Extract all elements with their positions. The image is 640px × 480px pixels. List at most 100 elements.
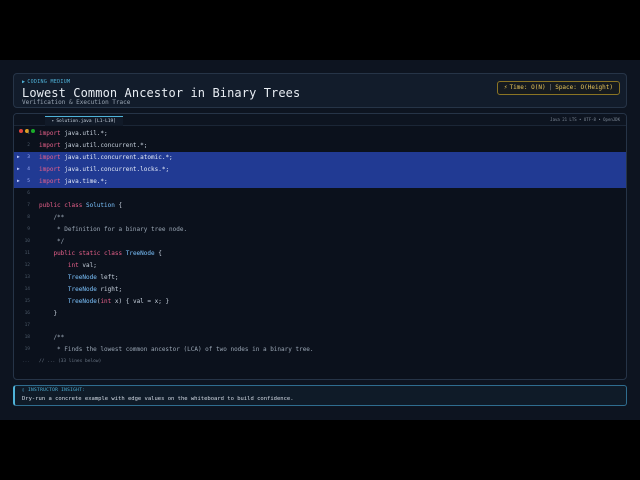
code-line: 17 (14, 320, 626, 332)
line-code: import java.time.*; (39, 176, 108, 188)
line-code: import java.util.*; (39, 128, 108, 140)
insight-label: ▯ INSTRUCTOR INSIGHT: (22, 388, 85, 393)
code-token: import (39, 154, 61, 161)
time-complexity: Time: O(N) (509, 84, 546, 91)
line-number: 10 (24, 239, 30, 244)
code-token: import (39, 178, 61, 185)
complexity-badge: ⚡ Time: O(N) | Space: O(Height) (496, 81, 620, 95)
play-icon: ▶ (22, 79, 26, 85)
line-code: TreeNode(int x) { val = x; } (39, 296, 169, 308)
line-number: 14 (24, 287, 30, 292)
code-line: 19 * Finds the lowest common ancestor (L… (14, 344, 626, 356)
line-number: 18 (24, 335, 30, 340)
code-token: int (100, 298, 112, 305)
difficulty-tag-label: CODING MEDIUM (27, 79, 71, 85)
line-number: 2 (27, 143, 30, 148)
code-line: 1 import java.util.*; (14, 128, 626, 140)
editor-tabbar: ⬩ Solution.java [L1-L19] Java 21 LTS • U… (14, 114, 626, 133)
line-number: 9 (27, 227, 30, 232)
code-line: 15 TreeNode(int x) { val = x; } (14, 296, 626, 308)
line-number: 19 (24, 347, 30, 352)
insight-text: Dry-run a concrete example with edge val… (22, 396, 294, 402)
code-token: java.util.concurrent.locks.*; (60, 166, 170, 173)
line-number: 13 (24, 275, 30, 280)
code-line: ▶ 3 import java.util.concurrent.atomic.*; (14, 152, 626, 164)
code-token: * Finds the lowest common ancestor (LCA)… (39, 346, 314, 353)
code-token: import (39, 142, 61, 149)
line-code: /** (39, 332, 64, 344)
more-lines-indicator: ... // ... (33 lines below) (14, 356, 626, 368)
code-line: 16 } (14, 308, 626, 320)
line-code: * Definition for a binary tree node. (39, 224, 187, 236)
more-lines-text: // ... (33 lines below) (39, 359, 102, 364)
problem-header: ▶ CODING MEDIUM Lowest Common Ancestor in… (13, 73, 627, 108)
line-number: 12 (24, 263, 30, 268)
code-token: public static class (53, 250, 123, 257)
code-line: 8 /** (14, 212, 626, 224)
code-line: 2 import java.util.concurrent.*; (14, 140, 626, 152)
code-line: 10 */ (14, 236, 626, 248)
line-code: /** (39, 212, 64, 224)
line-code: TreeNode right; (39, 284, 122, 296)
code-token: Solution (85, 202, 115, 209)
line-number: 7 (27, 203, 30, 208)
line-code: public static class TreeNode { (39, 248, 161, 260)
code-token: left; (96, 274, 119, 281)
code-token: TreeNode (67, 286, 97, 293)
code-token: } (39, 310, 58, 317)
code-line: 6 (14, 188, 626, 200)
code-token: int (67, 262, 79, 269)
line-number: 6 (27, 191, 30, 196)
code-token: right; (96, 286, 123, 293)
code-editor: ⬩ Solution.java [L1-L19] Java 21 LTS • U… (13, 113, 627, 380)
line-number: 8 (27, 215, 30, 220)
line-code: */ (39, 236, 64, 248)
more-lines-gutter: ... (21, 359, 30, 364)
code-line: 13 TreeNode left; (14, 272, 626, 284)
page-title: Lowest Common Ancestor in Binary Trees (22, 86, 301, 100)
tab-label: Solution.java [L1-L19] (56, 119, 116, 124)
line-code: import java.util.concurrent.atomic.*; (39, 152, 173, 164)
lightning-icon: ⚡ (503, 84, 508, 91)
complexity-separator: | (548, 84, 553, 91)
code-line: 12 int val; (14, 260, 626, 272)
insight-label-text: INSTRUCTOR INSIGHT: (28, 388, 86, 393)
line-code: * Finds the lowest common ancestor (LCA)… (39, 344, 314, 356)
line-number: 17 (24, 323, 30, 328)
instructor-insight: ▯ INSTRUCTOR INSIGHT: Dry-run a concrete… (13, 385, 627, 406)
line-code: TreeNode left; (39, 272, 119, 284)
line-number: 4 (27, 167, 30, 172)
code-line: ▶ 5 import java.time.*; (14, 176, 626, 188)
line-code: } (39, 308, 57, 320)
code-token: x) { val = x; } (111, 298, 170, 305)
code-line: 14 TreeNode right; (14, 284, 626, 296)
line-number: 15 (24, 299, 30, 304)
line-number: 1 (27, 131, 30, 136)
editor-meta: Java 21 LTS • UTF-8 • OpenJDK (550, 117, 620, 122)
page-subtitle: Verification & Execution Trace (22, 99, 131, 106)
tab-solution-java[interactable]: ⬩ Solution.java [L1-L19] (45, 116, 123, 126)
code-token: /** (39, 334, 65, 341)
line-code: import java.util.concurrent.locks.*; (39, 164, 169, 176)
code-token: java.util.*; (60, 130, 108, 137)
difficulty-tag: ▶ CODING MEDIUM (22, 79, 70, 85)
code-token: val; (78, 262, 97, 269)
code-line: 7 public class Solution { (14, 200, 626, 212)
code-token: import (39, 130, 61, 137)
code-line: ▶ 4 import java.util.concurrent.locks.*; (14, 164, 626, 176)
line-number: 16 (24, 311, 30, 316)
line-code: public class Solution { (39, 200, 122, 212)
line-number: 5 (27, 179, 30, 184)
code-token: java.time.*; (60, 178, 108, 185)
code-token: /** (39, 214, 65, 221)
line-number: 3 (27, 155, 30, 160)
code-token: TreeNode (125, 250, 155, 257)
code-token: java.util.concurrent.*; (60, 142, 148, 149)
code-lines: 1 import java.util.*; 2 import java.util.co… (14, 128, 626, 368)
code-token: import (39, 166, 61, 173)
code-line: 18 /** (14, 332, 626, 344)
